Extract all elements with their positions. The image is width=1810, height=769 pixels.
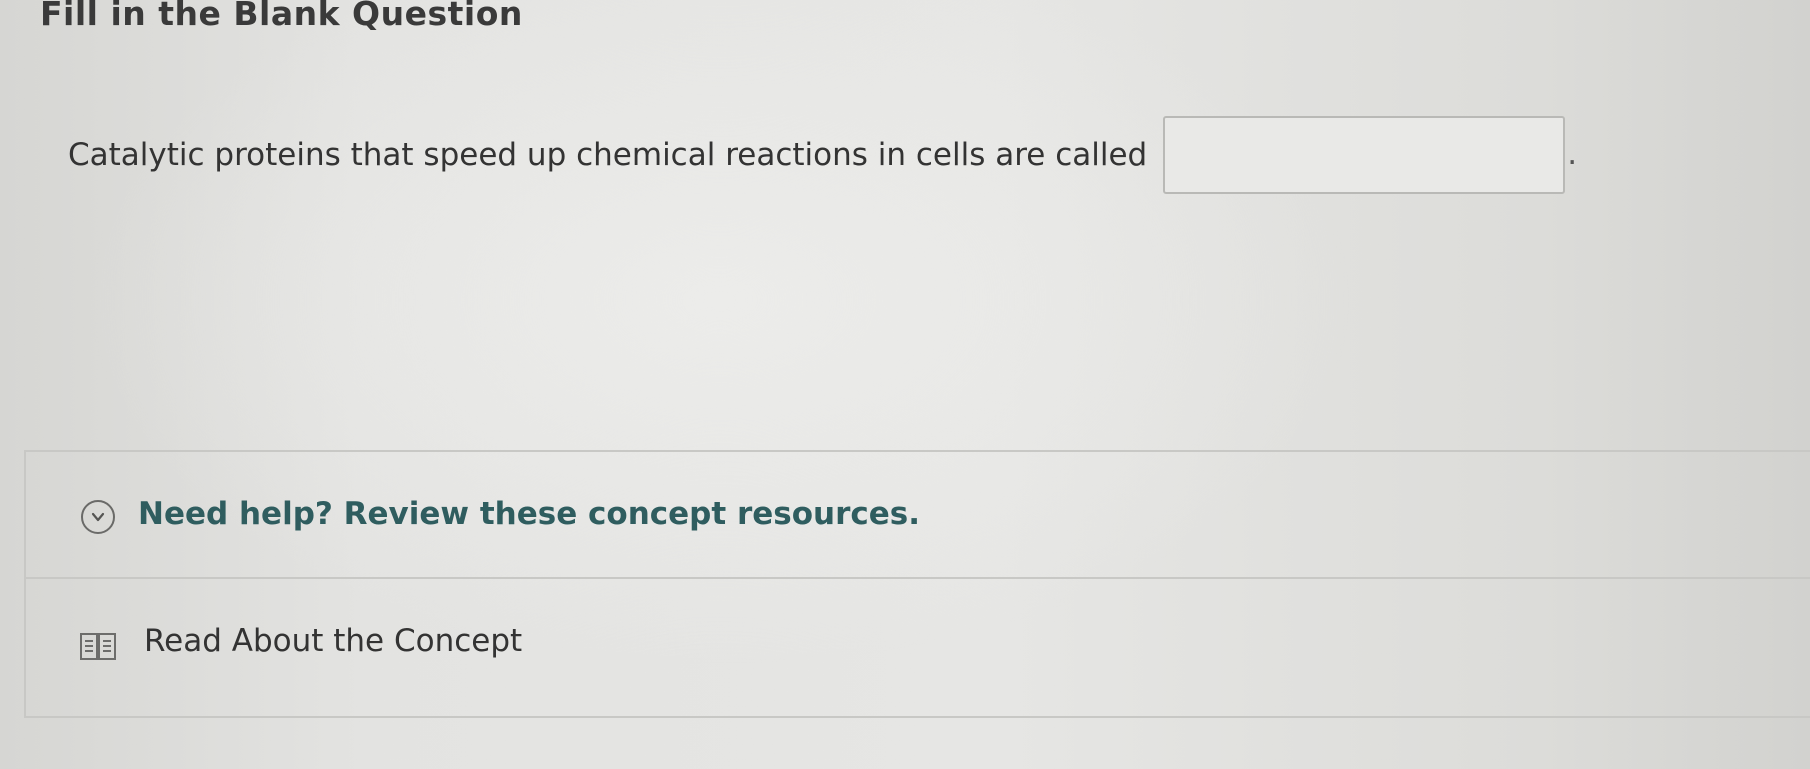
help-panel: Need help? Review these concept resource… bbox=[24, 450, 1810, 718]
answer-blank-input[interactable] bbox=[1163, 116, 1566, 194]
help-toggle-label: Need help? Review these concept resource… bbox=[138, 496, 921, 532]
question-row: Catalytic proteins that speed up chemica… bbox=[68, 116, 1577, 194]
book-icon bbox=[79, 631, 117, 663]
resource-label: Read About the Concept bbox=[144, 623, 523, 659]
question-end-punctuation: . bbox=[1567, 136, 1578, 172]
chevron-down-icon bbox=[81, 500, 115, 534]
help-toggle[interactable]: Need help? Review these concept resource… bbox=[26, 452, 1810, 579]
question-text: Catalytic proteins that speed up chemica… bbox=[68, 137, 1148, 173]
page-title: Fill in the Blank Question bbox=[40, 0, 523, 33]
resource-read-about-concept[interactable]: Read About the Concept bbox=[26, 579, 1810, 716]
